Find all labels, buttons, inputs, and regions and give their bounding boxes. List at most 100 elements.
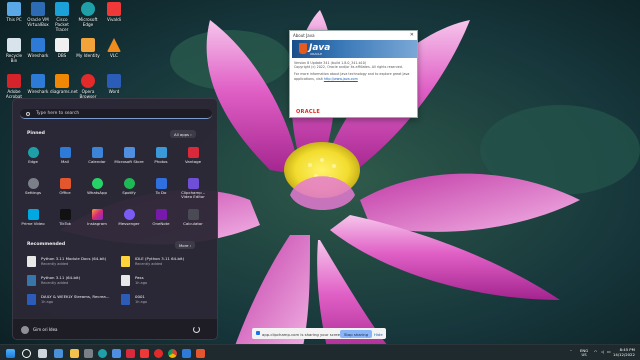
desktop-icon-label: Wireshark — [27, 53, 49, 58]
language-indicator[interactable]: ENG US — [580, 348, 588, 357]
pinned-messenger[interactable]: Messenger — [114, 209, 144, 233]
opera-icon[interactable] — [154, 349, 163, 358]
recommended-title-text: Pass — [135, 275, 144, 280]
recommended-title-text: Python 3.11 (64-bit) — [41, 275, 81, 280]
recommended-item[interactable]: 0001 1h ago — [121, 293, 216, 307]
pinned-todo[interactable]: To Do — [146, 178, 176, 202]
java-link[interactable]: http://www.java.com — [324, 77, 358, 81]
recommended-item[interactable]: Python 3.11 Module Docs (64-bit) Recentl… — [27, 255, 122, 269]
pinned-mail[interactable]: Mail — [50, 147, 80, 171]
search-icon[interactable] — [22, 349, 31, 358]
desktop-icon-dbs[interactable]: DBS — [50, 38, 74, 74]
calendar-icon — [91, 147, 103, 158]
recommended-item[interactable]: IDLE (Python 3.11 64-bit) Recently added — [121, 255, 216, 269]
pinned-vantage[interactable]: Vantage — [178, 147, 208, 171]
desktop-icon-wireshark[interactable]: Wireshark — [26, 38, 50, 74]
search-placeholder: Type here to search — [36, 111, 80, 116]
clock[interactable]: 8:45 PM 14/12/2022 — [613, 347, 635, 357]
chrome-icon[interactable] — [168, 349, 177, 358]
recommended-item[interactable]: Pass 1h ago — [121, 274, 216, 288]
diagrams-icon — [55, 74, 69, 88]
java-brand-sub: ORACLE — [310, 52, 322, 56]
recommended-sub-text: Recently added — [41, 280, 69, 285]
file-explorer-icon[interactable] — [70, 349, 79, 358]
chevron-up-icon[interactable]: ˄ — [570, 349, 572, 354]
office-icon — [59, 178, 71, 189]
file-icon — [121, 275, 130, 286]
pinned-photos[interactable]: Photos — [146, 147, 176, 171]
desktop-icon-recycle-bin[interactable]: Recycle Bin — [2, 38, 26, 74]
desktop-icon-packet-tracer[interactable]: Cisco Packet Tracer — [50, 2, 74, 38]
recommended-sub-text: Recently added — [41, 261, 69, 266]
desktop-icon-vivaldi[interactable]: Vivaldi — [102, 2, 126, 38]
word-icon — [107, 74, 121, 88]
document-icon — [27, 294, 36, 305]
onenote-icon — [155, 209, 167, 220]
pinned-onenote[interactable]: OneNote — [146, 209, 176, 233]
pinned-calculator[interactable]: Calculator — [178, 209, 208, 233]
pinned-office[interactable]: Office — [50, 178, 80, 202]
all-apps-button[interactable]: All apps › — [170, 130, 196, 138]
pinned-clipchamp[interactable]: Clipchamp – Video Editor — [178, 178, 208, 202]
hide-button[interactable]: Hide — [374, 332, 383, 337]
vantage-icon[interactable] — [126, 349, 135, 358]
desktop-icon-label: My Identity — [76, 53, 100, 58]
close-icon[interactable]: ✕ — [410, 32, 414, 38]
speaker-icon[interactable]: ◁ — [601, 349, 604, 354]
pinned-instagram[interactable]: Instagram — [82, 209, 112, 233]
desktop-icon-my-identity[interactable]: My Identity — [76, 38, 100, 74]
avatar[interactable] — [21, 326, 29, 334]
pinned-settings[interactable]: Settings — [18, 178, 48, 202]
recommended-title-text: 0001 — [135, 294, 145, 299]
pinned-label: TikTok — [59, 220, 71, 226]
pinned-calendar[interactable]: Calendar — [82, 147, 112, 171]
pinned-label: Calendar — [88, 158, 106, 164]
recommended-item[interactable]: Python 3.11 (64-bit) Recently added — [27, 274, 122, 288]
recommended-sub-text: 1h ago — [41, 299, 54, 304]
desktop-icon-edge[interactable]: Microsoft Edge — [76, 2, 100, 38]
recommended-title-text: DAILY & WEEKLY Streams, Recrea... — [41, 294, 110, 299]
desktop-icon-label: VLC — [109, 53, 119, 58]
checkmark-icon — [155, 178, 167, 189]
edge-icon[interactable] — [98, 349, 107, 358]
widgets-icon[interactable] — [54, 349, 63, 358]
task-view-icon[interactable] — [38, 349, 47, 358]
edge-icon — [81, 2, 95, 16]
vivaldi-icon[interactable] — [140, 349, 149, 358]
oracle-logo: ORACLE — [296, 109, 321, 115]
pinned-label: Settings — [25, 189, 41, 195]
about-java-dialog: About Java ✕ Java ORACLE Version 8 Updat… — [289, 30, 418, 118]
pinned-title: Pinned — [27, 131, 45, 136]
store-icon[interactable] — [112, 349, 121, 358]
pinned-tiktok[interactable]: TikTok — [50, 209, 80, 233]
pinned-spotify[interactable]: Spotify — [114, 178, 144, 202]
wireshark-icon[interactable] — [182, 349, 191, 358]
pinned-whatsapp[interactable]: WhatsApp — [82, 178, 112, 202]
pinned-label: Instagram — [87, 220, 107, 226]
stop-sharing-button[interactable]: Stop sharing — [340, 329, 372, 338]
pinned-edge[interactable]: Edge — [18, 147, 48, 171]
settings-icon[interactable] — [84, 349, 93, 358]
monitor-icon — [7, 2, 21, 16]
desktop-icon-this-pc[interactable]: This PC — [2, 2, 26, 38]
acrobat-icon — [7, 74, 21, 88]
wifi-icon[interactable]: ◠ — [594, 349, 597, 354]
recommended-item[interactable]: DAILY & WEEKLY Streams, Recrea... 1h ago — [27, 293, 122, 307]
recommended-sub-text: 1h ago — [135, 280, 148, 285]
search-input[interactable]: Type here to search — [20, 109, 212, 119]
office-icon[interactable] — [196, 349, 205, 358]
desktop-icon-virtualbox[interactable]: Oracle VM VirtualBox — [26, 2, 50, 38]
dialog-titlebar[interactable]: About Java ✕ — [290, 31, 417, 40]
windows-start-icon[interactable] — [6, 349, 15, 358]
pinned-label: Office — [59, 189, 71, 195]
battery-icon[interactable]: ▭ — [607, 349, 611, 354]
power-icon[interactable] — [193, 326, 200, 333]
pinned-label: Mail — [61, 158, 69, 164]
pinned-prime-video[interactable]: Prime Video — [18, 209, 48, 233]
desktop-icon-vlc[interactable]: VLC — [102, 38, 126, 74]
python-doc-icon — [27, 256, 36, 267]
pinned-store[interactable]: Microsoft Store — [114, 147, 144, 171]
more-button[interactable]: More › — [175, 241, 196, 249]
user-name[interactable]: Gim ori Idea — [33, 327, 57, 332]
whatsapp-icon — [91, 178, 103, 189]
